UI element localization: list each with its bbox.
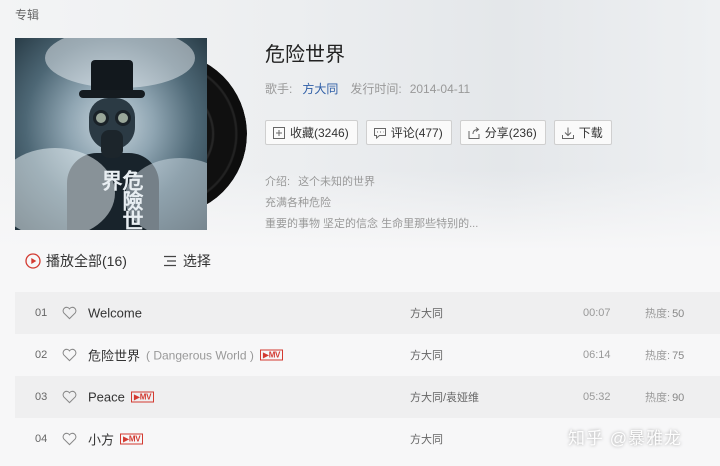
track-title-cell: Welcome — [88, 306, 142, 321]
track-number: 04 — [35, 433, 48, 445]
track-title[interactable]: Peace — [88, 390, 125, 405]
collect-button[interactable]: 收藏(3246) — [265, 120, 358, 145]
heat-value: 50 — [672, 308, 685, 320]
track-artist[interactable]: 方大同/袁娅维 — [410, 389, 479, 405]
heat-label: 热度: — [645, 350, 671, 362]
track-artist[interactable]: 方大同 — [410, 305, 443, 321]
track-duration: 05:32 — [583, 391, 611, 403]
heat-value: 90 — [672, 392, 685, 404]
track-heat: 热度: 75 — [645, 347, 684, 363]
add-folder-icon — [273, 126, 285, 139]
play-circle-icon — [25, 253, 41, 269]
heart-icon[interactable] — [62, 432, 77, 446]
track-row[interactable]: 03 Peace ▶MV 方大同/袁娅维 05:32 热度: 90 — [15, 376, 720, 418]
comment-label: 评论(477) — [390, 126, 443, 140]
play-all-label: 播放全部(16) — [46, 253, 127, 269]
track-heat: 热度: 90 — [645, 389, 684, 405]
track-title[interactable]: Welcome — [88, 306, 142, 321]
share-icon — [468, 126, 480, 139]
track-row[interactable]: 02 危险世界( Dangerous World ) ▶MV 方大同 06:14 … — [15, 334, 720, 376]
heart-icon[interactable] — [62, 306, 77, 320]
share-label: 分享(236) — [484, 126, 537, 140]
artist-link[interactable]: 方大同 — [302, 82, 338, 96]
share-button[interactable]: 分享(236) — [459, 120, 546, 145]
track-title[interactable]: 危险世界 — [88, 346, 140, 365]
watermark-text: 知乎 @暴雅龙 — [568, 429, 682, 448]
album-description: 介绍: 这个未知的世界 充满各种危险 重要的事物 坚定的信念 生命里那些特别的..… — [265, 172, 478, 235]
description-label: 介绍: — [265, 176, 291, 188]
collect-label: 收藏(3246) — [290, 126, 349, 140]
track-title-cell: 危险世界 ( Dangerous World ) ▶MV — [88, 346, 284, 365]
track-actions: 播放全部(16) 选择 — [25, 251, 211, 271]
list-select-icon — [163, 255, 176, 267]
track-title-cell: Peace ▶MV — [88, 390, 155, 405]
release-label: 发行时间: — [350, 82, 402, 96]
download-label: 下载 — [578, 126, 603, 140]
album-cover[interactable]: 危險世界 — [15, 38, 207, 230]
album-cover-area[interactable]: 危險世界 — [15, 38, 247, 230]
comment-button[interactable]: 评论(477) — [365, 120, 452, 145]
breadcrumb: 专辑 — [15, 8, 40, 22]
track-title-cell: 小方 ▶MV — [88, 430, 144, 449]
heat-label: 热度: — [645, 392, 671, 404]
album-action-buttons: 收藏(3246) 评论(477) 分享(236) 下载 — [265, 120, 612, 145]
album-title: 危险世界 — [265, 44, 345, 66]
description-line-2: 充满各种危险 — [265, 197, 331, 209]
track-row[interactable]: 01 Welcome 方大同 00:07 热度: 50 — [15, 292, 720, 334]
play-all-button[interactable]: 播放全部(16) — [25, 251, 127, 271]
track-number: 01 — [35, 307, 48, 319]
track-heat: 热度: 50 — [645, 305, 684, 321]
track-duration: 00:07 — [583, 307, 611, 319]
heart-icon[interactable] — [62, 390, 77, 404]
cover-title-art: 危險世界 — [99, 170, 145, 230]
track-title[interactable]: 小方 — [88, 430, 114, 449]
release-date: 2014-04-11 — [409, 82, 471, 96]
mv-badge[interactable]: ▶MV — [120, 433, 144, 445]
heat-label: 热度: — [645, 308, 671, 320]
album-meta: 歌手: 方大同 发行时间: 2014-04-11 — [265, 80, 470, 97]
track-subtitle: ( Dangerous World ) — [146, 348, 254, 362]
description-line-3[interactable]: 重要的事物 坚定的信念 生命里那些特别的... — [265, 214, 478, 235]
track-duration: 06:14 — [583, 349, 611, 361]
select-label: 选择 — [182, 253, 211, 269]
heat-value: 75 — [672, 350, 685, 362]
description-line-1: 这个未知的世界 — [298, 176, 376, 188]
track-number: 03 — [35, 391, 48, 403]
mv-badge[interactable]: ▶MV — [130, 391, 155, 403]
download-icon — [561, 127, 574, 139]
comment-icon — [373, 127, 386, 139]
heart-icon[interactable] — [62, 348, 77, 362]
mv-badge[interactable]: ▶MV — [259, 349, 284, 361]
track-artist[interactable]: 方大同 — [410, 347, 443, 363]
track-artist[interactable]: 方大同 — [410, 431, 443, 447]
select-button[interactable]: 选择 — [163, 251, 211, 271]
track-number: 02 — [35, 349, 48, 361]
artist-label: 歌手: — [265, 82, 293, 96]
download-button[interactable]: 下载 — [553, 120, 612, 145]
